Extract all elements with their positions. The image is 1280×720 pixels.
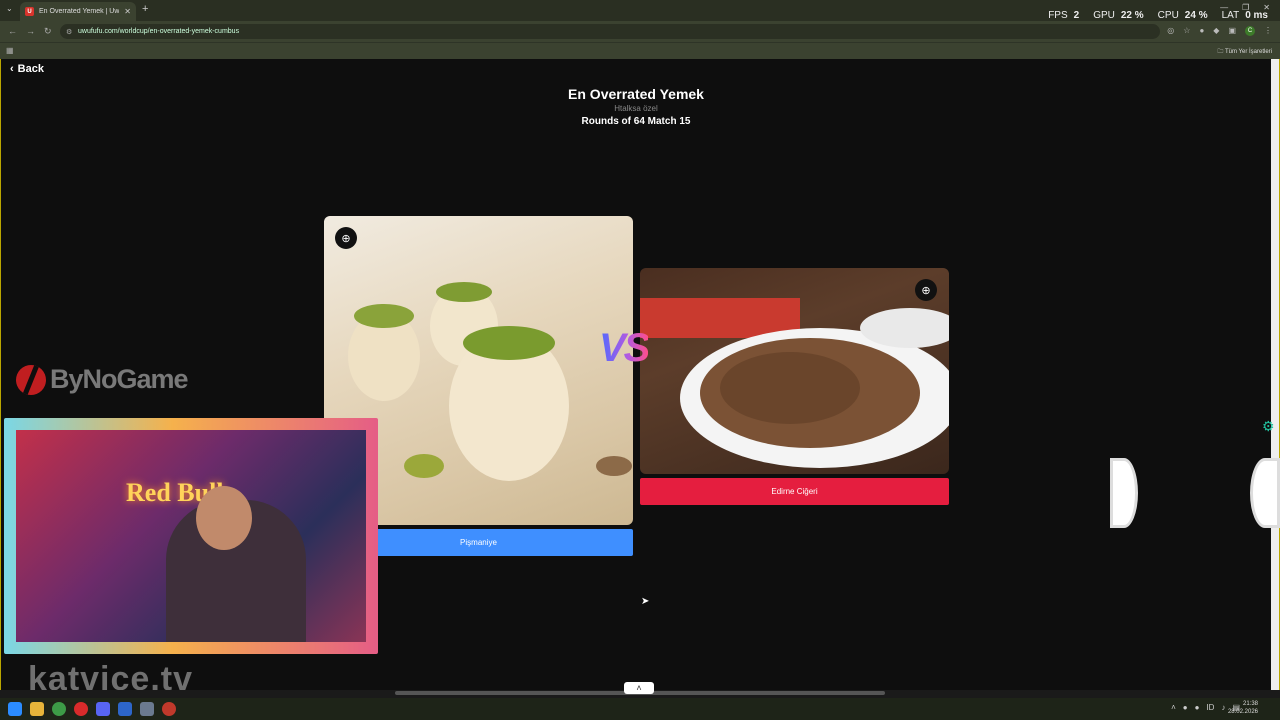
discord-icon[interactable]: [96, 702, 110, 716]
zoom-in-icon[interactable]: ⊕: [915, 279, 937, 301]
forward-nav-icon[interactable]: →: [26, 26, 35, 36]
windows-icon[interactable]: [8, 702, 22, 716]
toolbar-icons: ◎ ☆ ● ◆ ▣ C ⋮: [1167, 26, 1272, 36]
sponsor-mark-icon: [16, 364, 46, 395]
tab-close-icon[interactable]: ✕: [124, 7, 131, 16]
webcam-feed: Red Bull: [16, 430, 366, 642]
page-title: En Overrated Yemek: [568, 86, 704, 102]
round-info: Rounds of 64 Match 15: [581, 116, 691, 127]
webcam-overlay: Red Bull: [4, 418, 378, 654]
new-tab-icon[interactable]: +: [142, 3, 148, 15]
page-subtitle: Htalksa özel: [614, 104, 658, 113]
tray-app-icon[interactable]: ●: [1183, 703, 1188, 712]
gear-icon[interactable]: ⚙: [1262, 418, 1275, 435]
candidate-image-right[interactable]: ⊕: [640, 268, 949, 474]
tattoo-studio-badge-2: [1250, 458, 1280, 528]
tray-chevron-icon[interactable]: ˄: [1171, 703, 1176, 712]
back-button[interactable]: ‹ Back: [10, 63, 44, 75]
latency-stat: LAT 0 ms: [1221, 10, 1268, 21]
clock-time: 21:38: [1242, 701, 1258, 707]
settings-icon[interactable]: [140, 702, 154, 716]
speaker-icon[interactable]: ♪: [1221, 703, 1225, 712]
gpu-stat: GPU 22 %: [1093, 10, 1144, 21]
windows-taskbar: [0, 698, 1280, 720]
site-info-icon[interactable]: ⚙: [66, 28, 72, 36]
app-icon[interactable]: [118, 702, 132, 716]
tray-lang[interactable]: ID: [1206, 703, 1214, 712]
extension-icon[interactable]: ●: [1199, 26, 1204, 36]
eye-off-icon[interactable]: ◎: [1167, 26, 1174, 36]
fps-stat: FPS 2: [1048, 10, 1080, 21]
tray-app-icon[interactable]: ●: [1195, 703, 1200, 712]
select-candidate-right-button[interactable]: Edirne Ciğeri: [640, 478, 949, 505]
sponsor-logo: ByNoGame: [16, 364, 189, 395]
file-explorer-icon[interactable]: [30, 702, 44, 716]
all-bookmarks-folder[interactable]: 🗀 Tüm Yer İşaretleri: [1217, 47, 1272, 57]
chrome-icon[interactable]: [52, 702, 66, 716]
browser-address-bar: ← → ↻ uwufufu.com/worldcup/en-overrated-…: [0, 21, 1280, 42]
site-favicon-icon: U: [25, 7, 34, 16]
performance-overlay: FPS 2 GPU 22 % CPU 24 % LAT 0 ms: [1048, 10, 1268, 21]
tab-title: En Overrated Yemek | UwUFUFU: [39, 8, 120, 15]
taskbar-clock[interactable]: 21:38 28.02.2026: [1228, 700, 1258, 716]
edirne-cigeri-photo: [640, 298, 949, 468]
chevron-left-icon: ‹: [10, 63, 14, 75]
sponsor-name: ByNoGame: [50, 364, 189, 394]
app-icon-2[interactable]: [162, 702, 176, 716]
menu-icon[interactable]: ⋮: [1264, 26, 1272, 36]
back-label: Back: [17, 63, 44, 75]
versus-label: VS: [599, 326, 650, 370]
reload-icon[interactable]: ↻: [44, 26, 52, 37]
streamer-head: [196, 486, 252, 550]
vertical-scrollbar[interactable]: [1271, 59, 1279, 690]
cpu-stat: CPU 24 %: [1157, 10, 1208, 21]
chevron-up-icon[interactable]: ˄: [624, 682, 654, 694]
bookmark-star-icon[interactable]: ☆: [1183, 26, 1190, 36]
opera-icon[interactable]: [74, 702, 88, 716]
url-field[interactable]: uwufufu.com/worldcup/en-overrated-yemek-…: [60, 24, 1160, 39]
profile-avatar[interactable]: C: [1245, 26, 1255, 36]
tattoo-studio-badge: [1110, 458, 1138, 528]
clock-date: 28.02.2026: [1227, 709, 1258, 715]
back-nav-icon[interactable]: ←: [8, 26, 17, 36]
shield-icon[interactable]: ◆: [1213, 26, 1219, 36]
bookmarks-bar: ▦ 🗀 Tüm Yer İşaretleri: [0, 42, 1280, 59]
browser-tab-active[interactable]: U En Overrated Yemek | UwUFUFU ✕: [20, 2, 136, 21]
apps-grid-icon[interactable]: ▦: [6, 46, 14, 55]
tab-search-icon[interactable]: ⌄: [6, 4, 13, 13]
zoom-in-icon[interactable]: ⊕: [335, 227, 357, 249]
puzzle-icon[interactable]: ▣: [1228, 26, 1236, 36]
mouse-cursor-icon: ➤: [641, 596, 650, 607]
